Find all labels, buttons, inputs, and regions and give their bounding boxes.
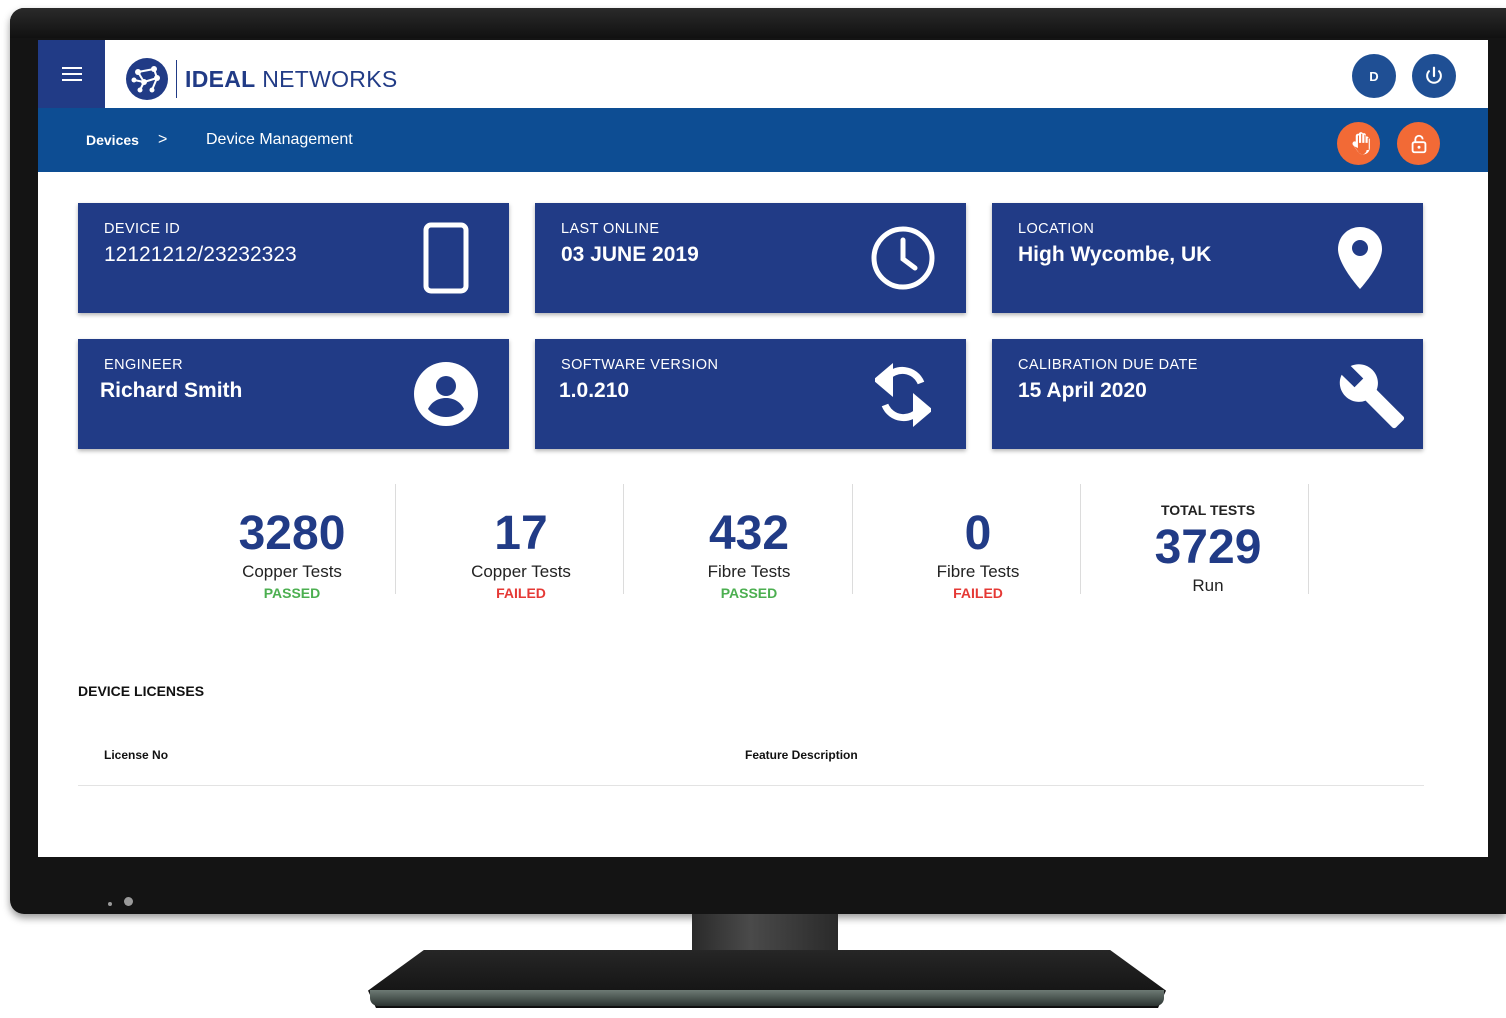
logout-button[interactable]: [1412, 54, 1456, 98]
sync-icon: [868, 359, 938, 429]
monitor-stand-glass-edge: [370, 990, 1164, 1006]
stat-label: Fibre Tests: [707, 562, 791, 581]
stat-label: Fibre Tests: [936, 562, 1020, 581]
stat-status: FAILED: [496, 585, 546, 601]
last-online-card: LAST ONLINE 03 JUNE 2019: [535, 203, 966, 313]
monitor-bezel: [10, 8, 1506, 38]
wrench-icon: [1337, 361, 1407, 431]
tablet-icon: [411, 222, 481, 294]
table-divider: [78, 785, 1424, 786]
stat-status: FAILED: [953, 585, 1003, 601]
card-value: 15 April 2020: [1018, 379, 1147, 402]
brand-name-light: NETWORKS: [262, 65, 398, 92]
hamburger-menu-icon: [61, 67, 82, 81]
stat-divider: [395, 484, 396, 594]
power-icon: [1426, 66, 1442, 84]
stat-divider: [623, 484, 624, 594]
card-label: CALIBRATION DUE DATE: [1018, 357, 1198, 373]
location-card: LOCATION High Wycombe, UK: [992, 203, 1423, 313]
stat-number: 3280: [238, 507, 346, 560]
card-value: 1.0.210: [559, 379, 630, 402]
copper-failed-stat: 17 Copper Tests FAILED: [407, 484, 635, 602]
stat-number: 0: [964, 507, 992, 560]
app-screen: IDEAL NETWORKS D Devices > Device Manage…: [38, 40, 1488, 857]
fibre-failed-stat: 0 Fibre Tests FAILED: [864, 484, 1092, 602]
logo-divider: [176, 60, 177, 98]
hand-icon: [1352, 131, 1370, 154]
total-tests-label: Run: [1192, 576, 1224, 595]
card-value: 03 JUNE 2019: [561, 243, 699, 266]
unlock-icon: [1411, 134, 1426, 153]
copper-passed-stat: 3280 Copper Tests PASSED: [178, 484, 406, 602]
card-label: LAST ONLINE: [561, 221, 660, 237]
column-header-license-no[interactable]: License No: [104, 748, 168, 762]
stat-number: 17: [494, 507, 548, 560]
device-id-card: DEVICE ID 12121212/23232323: [78, 203, 509, 313]
fibre-passed-stat: 432 Fibre Tests PASSED: [635, 484, 863, 602]
card-label: DEVICE ID: [104, 221, 181, 237]
total-tests-stat: TOTAL TESTS 3729 Run: [1094, 484, 1322, 595]
stat-divider: [1308, 484, 1309, 594]
device-licenses-title: DEVICE LICENSES: [78, 683, 205, 699]
stop-button[interactable]: [1337, 122, 1380, 165]
user-avatar-button[interactable]: D: [1352, 54, 1396, 98]
card-label: SOFTWARE VERSION: [561, 357, 719, 373]
unlock-button[interactable]: [1397, 122, 1440, 165]
brand-name: IDEAL NETWORKS: [185, 66, 398, 93]
monitor-indicator-lights: [108, 893, 133, 911]
card-label: LOCATION: [1018, 221, 1095, 237]
stat-divider: [852, 484, 853, 594]
stat-label: Copper Tests: [471, 562, 571, 581]
total-tests-title: TOTAL TESTS: [1160, 502, 1256, 518]
stat-status: PASSED: [263, 585, 321, 601]
breadcrumb-bar: Devices > Device Management: [38, 108, 1488, 172]
column-header-feature-description[interactable]: Feature Description: [745, 748, 858, 762]
calibration-due-card: CALIBRATION DUE DATE 15 April 2020: [992, 339, 1423, 449]
location-pin-icon: [1325, 223, 1395, 293]
breadcrumb-separator: >: [158, 131, 168, 148]
stat-status: PASSED: [720, 585, 778, 601]
software-version-card: SOFTWARE VERSION 1.0.210: [535, 339, 966, 449]
card-value: 12121212/23232323: [104, 243, 297, 266]
stat-label: Copper Tests: [242, 562, 342, 581]
menu-button[interactable]: [38, 40, 105, 108]
engineer-card: ENGINEER Richard Smith: [78, 339, 509, 449]
total-tests-number: 3729: [1154, 521, 1262, 574]
ideal-networks-logo[interactable]: IDEAL NETWORKS: [126, 58, 398, 100]
stat-divider: [1080, 484, 1081, 594]
account-icon: [411, 359, 481, 429]
brand-name-bold: IDEAL: [185, 65, 256, 92]
breadcrumb-devices[interactable]: Devices: [86, 108, 139, 172]
stat-number: 432: [708, 507, 790, 560]
card-value: High Wycombe, UK: [1018, 243, 1212, 266]
globe-icon: [126, 58, 168, 100]
card-value: Richard Smith: [100, 379, 243, 402]
breadcrumb-current: Device Management: [206, 131, 353, 148]
card-label: ENGINEER: [104, 357, 183, 373]
app-header: IDEAL NETWORKS D: [38, 40, 1488, 108]
clock-icon: [868, 223, 938, 293]
